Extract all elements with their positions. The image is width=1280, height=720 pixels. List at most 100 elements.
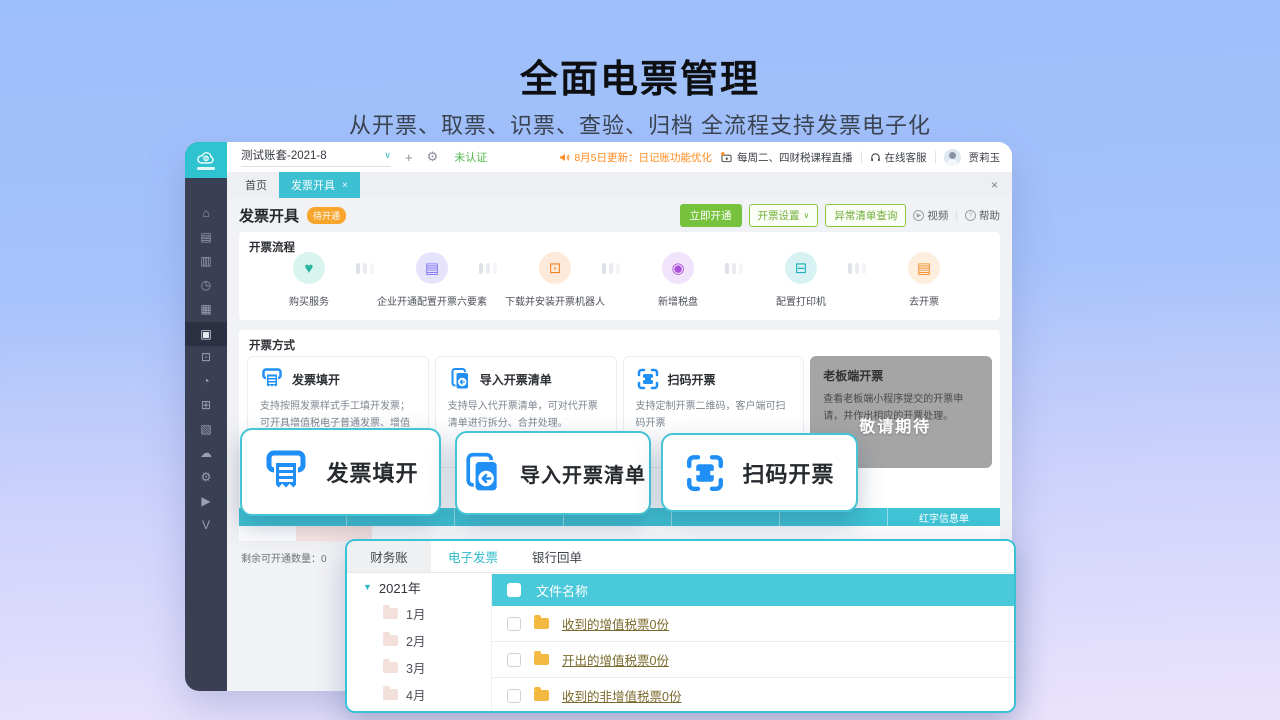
avatar[interactable] [944, 149, 961, 166]
sidebar-item-ledger[interactable]: ▦ [185, 298, 227, 320]
account-name: 测试账套-2021-8 [241, 147, 327, 163]
row-checkbox[interactable] [507, 689, 521, 703]
sidebar-item-statement[interactable]: ▧ [185, 418, 227, 440]
live-text: 每周二、四财税课程直播 [737, 150, 853, 165]
file-link[interactable]: 收到的非增值税票0份 [562, 686, 681, 705]
hero-title: 全面电票管理 [0, 48, 1280, 103]
sidebar-item-checkout[interactable]: ⊞ [185, 394, 227, 416]
tab-invoice-active[interactable]: 发票开具 × [279, 172, 360, 198]
table-row[interactable]: 收到的增值税票0份 [492, 606, 1014, 642]
video-icon: ▶ [201, 494, 210, 508]
tab-e-invoice[interactable]: 电子发票 [431, 541, 515, 572]
live-course-link[interactable]: 每周二、四财税课程直播 [720, 150, 853, 165]
sidebar-item-invoice[interactable]: ▣ [185, 322, 227, 346]
sidebar-item-backup[interactable]: ☁ [185, 442, 227, 464]
month-label: 3月 [406, 658, 425, 677]
help-link[interactable]: ? 帮助 [965, 208, 1000, 223]
file-link[interactable]: 开出的增值税票0份 [562, 650, 669, 669]
activate-button[interactable]: 立即开通 [680, 204, 742, 227]
announcement[interactable]: 8月5日更新：日记账功能优化 [559, 150, 712, 165]
step-go-invoice[interactable]: ▤ 去开票 [864, 252, 984, 308]
sidebar: ⌂ ▤ ▥ ◷ ▦ ▣ ⊡ ◔ ⊞ ▧ ☁ ⚙ ▶ V [185, 142, 227, 691]
table-row[interactable]: 开出的增值税票0份 [492, 642, 1014, 678]
step-label: 去开票 [864, 293, 984, 308]
account-settings-icon[interactable]: ⚙ [427, 149, 439, 165]
step-configure[interactable]: ▤ 企业开通配置开票六要素 [372, 252, 492, 308]
logo-caption [197, 167, 215, 170]
step-arrow-icon [356, 263, 374, 274]
folder-icon [534, 654, 549, 665]
play-circle-icon: ▶ [913, 210, 924, 221]
tab-close-icon[interactable]: × [342, 180, 348, 191]
add-account-button[interactable]: + [405, 150, 413, 165]
folder-icon [534, 690, 549, 701]
tree-month-node[interactable]: 4月 [347, 681, 491, 708]
file-link[interactable]: 收到的增值税票0份 [562, 614, 669, 633]
sidebar-item-settings[interactable]: ⚙ [185, 466, 227, 488]
auth-status[interactable]: 未认证 [454, 149, 487, 165]
announcement-text: 8月5日更新：日记账功能优化 [574, 150, 712, 165]
printer-icon: ⊟ [795, 259, 808, 277]
step-label: 企业开通配置开票六要素 [372, 293, 492, 308]
video-label: 视频 [927, 208, 948, 223]
tree-year-node[interactable]: ▼ 2021年 [347, 574, 491, 600]
question-circle-icon: ? [965, 210, 976, 221]
step-configure-printer[interactable]: ⊟ 配置打印机 [741, 252, 861, 308]
overlay-card-scan[interactable]: 扫码开票 [661, 433, 858, 512]
overlay-card-import[interactable]: 导入开票清单 [455, 431, 651, 515]
app-logo[interactable] [185, 142, 227, 178]
step-buy-service[interactable]: ♥ 购买服务 [249, 252, 369, 308]
abnormal-query-button[interactable]: 异常清单查询 [825, 204, 906, 227]
support-text: 在线客服 [885, 150, 927, 165]
year-label: 2021年 [379, 578, 421, 597]
overlay-card-fill[interactable]: 发票填开 [240, 428, 441, 516]
tab-home[interactable]: 首页 [233, 172, 279, 198]
tab-finance-ledger[interactable]: 财务账 [347, 541, 431, 572]
version-icon: V [202, 518, 210, 532]
tree-month-node[interactable]: 1月 [347, 600, 491, 627]
sidebar-item-video[interactable]: ▶ [185, 490, 227, 512]
strip-column-red-letter[interactable]: 红字信息单 [888, 508, 1000, 526]
sidebar-item-voucher[interactable]: ▤ [185, 226, 227, 248]
sidebar-item-asset[interactable]: ◔ [185, 370, 227, 392]
account-selector[interactable]: 测试账套-2021-8 ∨ [241, 147, 391, 167]
close-icon[interactable]: × [991, 178, 998, 192]
ledger-icon: ▦ [200, 302, 211, 316]
tab-bank-receipt[interactable]: 银行回单 [515, 541, 599, 572]
select-all-checkbox[interactable] [507, 583, 521, 597]
invoice-fill-icon [260, 367, 284, 391]
sidebar-item-home[interactable]: ⌂ [185, 202, 227, 224]
invoice-fill-icon [262, 448, 310, 496]
step-label: 下载并安装开票机器人 [495, 293, 615, 308]
invoice-icon: ▣ [200, 327, 211, 341]
folder-icon [383, 635, 398, 646]
online-support-link[interactable]: 在线客服 [870, 150, 927, 165]
topbar: 测试账套-2021-8 ∨ + ⚙ 未认证 8月5日更新：日记账功能优化 [227, 142, 1012, 172]
table-row[interactable]: 收到的非增值税票0份 [492, 678, 1014, 713]
sidebar-item-version[interactable]: V [185, 514, 227, 536]
month-label: 4月 [406, 685, 425, 704]
sidebar-item-fund[interactable]: ◷ [185, 274, 227, 296]
divider [861, 151, 862, 163]
config-doc-icon: ▤ [425, 259, 439, 277]
speaker-icon [559, 152, 570, 163]
method-title: 老板端开票 [823, 367, 883, 384]
hero-subtitle: 从开票、取票、识票、查验、归档 全流程支持发票电子化 [0, 108, 1280, 140]
step-install-robot[interactable]: ⊡ 下载并安装开票机器人 [495, 252, 615, 308]
sidebar-item-salary[interactable]: ⊡ [185, 346, 227, 368]
step-add-tax-disk[interactable]: ◉ 新增税盘 [618, 252, 738, 308]
sidebar-item-report[interactable]: ▥ [185, 250, 227, 272]
folder-icon [383, 662, 398, 673]
step-arrow-icon [848, 263, 866, 274]
receipt-icon: ▤ [917, 259, 931, 277]
tree-month-node[interactable]: 2月 [347, 627, 491, 654]
row-checkbox[interactable] [507, 617, 521, 631]
row-checkbox[interactable] [507, 653, 521, 667]
method-desc: 支持导入代开票清单，可对代开票清单进行拆分、合并处理。 [448, 399, 604, 432]
video-help-link[interactable]: ▶ 视频 [913, 208, 948, 223]
report-icon: ▥ [200, 254, 211, 268]
tab-label: 发票开具 [291, 177, 335, 193]
invoice-settings-button[interactable]: 开票设置 ∨ [749, 204, 819, 227]
tree-month-node[interactable]: 3月 [347, 654, 491, 681]
folder-icon [534, 618, 549, 629]
